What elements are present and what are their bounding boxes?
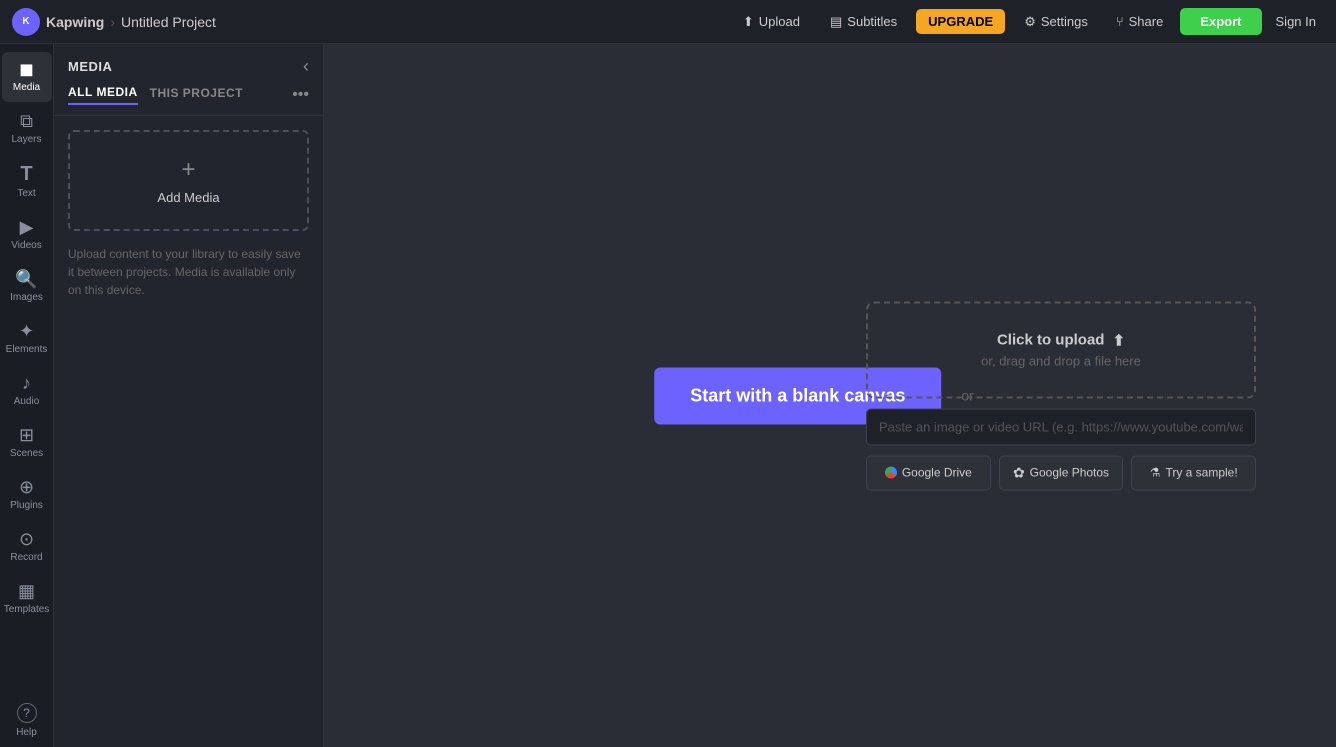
- elements-icon: ✦: [19, 322, 34, 340]
- google-photos-button[interactable]: ✿ Google Photos: [999, 455, 1124, 490]
- subtitles-button[interactable]: ▤ Subtitles: [819, 8, 908, 36]
- main-layout: ◼ Media ⧉ Layers T Text ▶ Videos 🔍 Image…: [0, 44, 1336, 747]
- topbar-left: K Kapwing › Untitled Project: [12, 8, 724, 36]
- subtitles-icon: ▤: [830, 14, 842, 30]
- help-icon: ?: [17, 703, 37, 723]
- sidebar-item-label: Images: [10, 292, 43, 304]
- sidebar-item-text[interactable]: T Text: [2, 156, 52, 208]
- panel-header: MEDIA ‹: [54, 44, 323, 85]
- sidebar-item-templates[interactable]: ▦ Templates: [2, 574, 52, 624]
- upgrade-button[interactable]: UPGRADE: [916, 9, 1005, 34]
- panel-body: + Add Media Upload content to your libra…: [54, 116, 323, 747]
- media-help-text: Upload content to your library to easily…: [68, 245, 309, 299]
- google-photos-icon: ✿: [1013, 464, 1025, 481]
- upload-arrow-icon: ⬆: [1112, 331, 1125, 349]
- settings-button[interactable]: ⚙ Settings: [1013, 8, 1099, 36]
- panel-more-button[interactable]: •••: [292, 86, 309, 104]
- add-media-label: Add Media: [157, 190, 219, 205]
- text-icon: T: [20, 164, 32, 184]
- upload-area: Click to upload ⬆ or, drag and drop a fi…: [866, 301, 1256, 490]
- export-button[interactable]: Export: [1180, 8, 1261, 35]
- panel-collapse-button[interactable]: ‹: [303, 56, 309, 77]
- signin-button[interactable]: Sign In: [1268, 9, 1324, 34]
- sidebar-item-videos[interactable]: ▶ Videos: [2, 210, 52, 260]
- sidebar-item-label: Record: [10, 552, 42, 564]
- upload-drop-zone[interactable]: Click to upload ⬆ or, drag and drop a fi…: [866, 301, 1256, 398]
- share-icon: ⑂: [1116, 14, 1124, 29]
- sidebar-item-images[interactable]: 🔍 Images: [2, 262, 52, 312]
- add-media-plus-icon: +: [181, 156, 195, 184]
- topbar-right: ⚙ Settings ⑂ Share Export Sign In: [1013, 8, 1324, 36]
- media-panel: MEDIA ‹ ALL MEDIA THIS PROJECT ••• + Add…: [54, 44, 324, 747]
- images-icon: 🔍: [15, 270, 37, 288]
- share-button[interactable]: ⑂ Share: [1105, 8, 1175, 35]
- left-nav: ◼ Media ⧉ Layers T Text ▶ Videos 🔍 Image…: [0, 44, 54, 747]
- sample-icon: ⚗: [1150, 466, 1161, 480]
- sidebar-item-label: Templates: [4, 604, 50, 616]
- brand-name: Kapwing: [46, 14, 104, 30]
- click-to-upload-text: Click to upload ⬆: [997, 331, 1125, 349]
- record-icon: ⊙: [19, 530, 34, 548]
- sidebar-item-layers[interactable]: ⧉ Layers: [2, 104, 52, 154]
- scenes-icon: ⊞: [19, 426, 34, 444]
- upload-button[interactable]: ⬆ Upload: [732, 8, 811, 36]
- service-buttons: Google Drive ✿ Google Photos ⚗ Try a sam…: [866, 455, 1256, 490]
- layers-icon: ⧉: [20, 112, 33, 130]
- sidebar-item-elements[interactable]: ✦ Elements: [2, 314, 52, 364]
- templates-icon: ▦: [18, 582, 35, 600]
- topbar-center: ⬆ Upload ▤ Subtitles UPGRADE: [732, 8, 1005, 36]
- url-input[interactable]: [866, 408, 1256, 445]
- upload-icon: ⬆: [743, 14, 754, 30]
- tab-all-media[interactable]: ALL MEDIA: [68, 85, 138, 105]
- topbar: K Kapwing › Untitled Project ⬆ Upload ▤ …: [0, 0, 1336, 44]
- panel-tabs: ALL MEDIA THIS PROJECT •••: [54, 85, 323, 116]
- kapwing-logo: K: [12, 8, 40, 36]
- sidebar-item-plugins[interactable]: ⊕ Plugins: [2, 470, 52, 520]
- sidebar-item-label: Plugins: [10, 500, 43, 512]
- sidebar-item-scenes[interactable]: ⊞ Scenes: [2, 418, 52, 468]
- audio-icon: ♪: [22, 374, 31, 392]
- tab-this-project[interactable]: THIS PROJECT: [150, 86, 243, 104]
- plugins-icon: ⊕: [19, 478, 34, 496]
- panel-title: MEDIA: [68, 59, 112, 74]
- sidebar-item-label: Help: [16, 727, 37, 739]
- sidebar-item-record[interactable]: ⊙ Record: [2, 522, 52, 572]
- project-name[interactable]: Untitled Project: [121, 14, 216, 30]
- google-drive-button[interactable]: Google Drive: [866, 455, 991, 490]
- add-media-box[interactable]: + Add Media: [68, 130, 309, 231]
- sidebar-item-label: Videos: [11, 240, 41, 252]
- sidebar-item-label: Elements: [6, 344, 48, 356]
- sidebar-item-label: Text: [17, 188, 35, 200]
- sidebar-item-label: Media: [13, 82, 40, 94]
- canvas-area: Start with a blank canvas or Click to up…: [324, 44, 1336, 747]
- google-drive-icon: [885, 467, 897, 479]
- drag-drop-text: or, drag and drop a file here: [981, 353, 1141, 368]
- media-icon: ◼: [19, 60, 34, 78]
- sidebar-item-label: Audio: [14, 396, 40, 408]
- sidebar-item-audio[interactable]: ♪ Audio: [2, 366, 52, 416]
- sidebar-item-help[interactable]: ? Help: [2, 695, 52, 747]
- settings-icon: ⚙: [1024, 14, 1036, 30]
- videos-icon: ▶: [20, 218, 34, 236]
- sidebar-item-label: Scenes: [10, 448, 43, 460]
- try-sample-button[interactable]: ⚗ Try a sample!: [1131, 455, 1256, 490]
- sidebar-item-media[interactable]: ◼ Media: [2, 52, 52, 102]
- sidebar-item-label: Layers: [11, 134, 41, 146]
- breadcrumb-separator: ›: [110, 14, 115, 30]
